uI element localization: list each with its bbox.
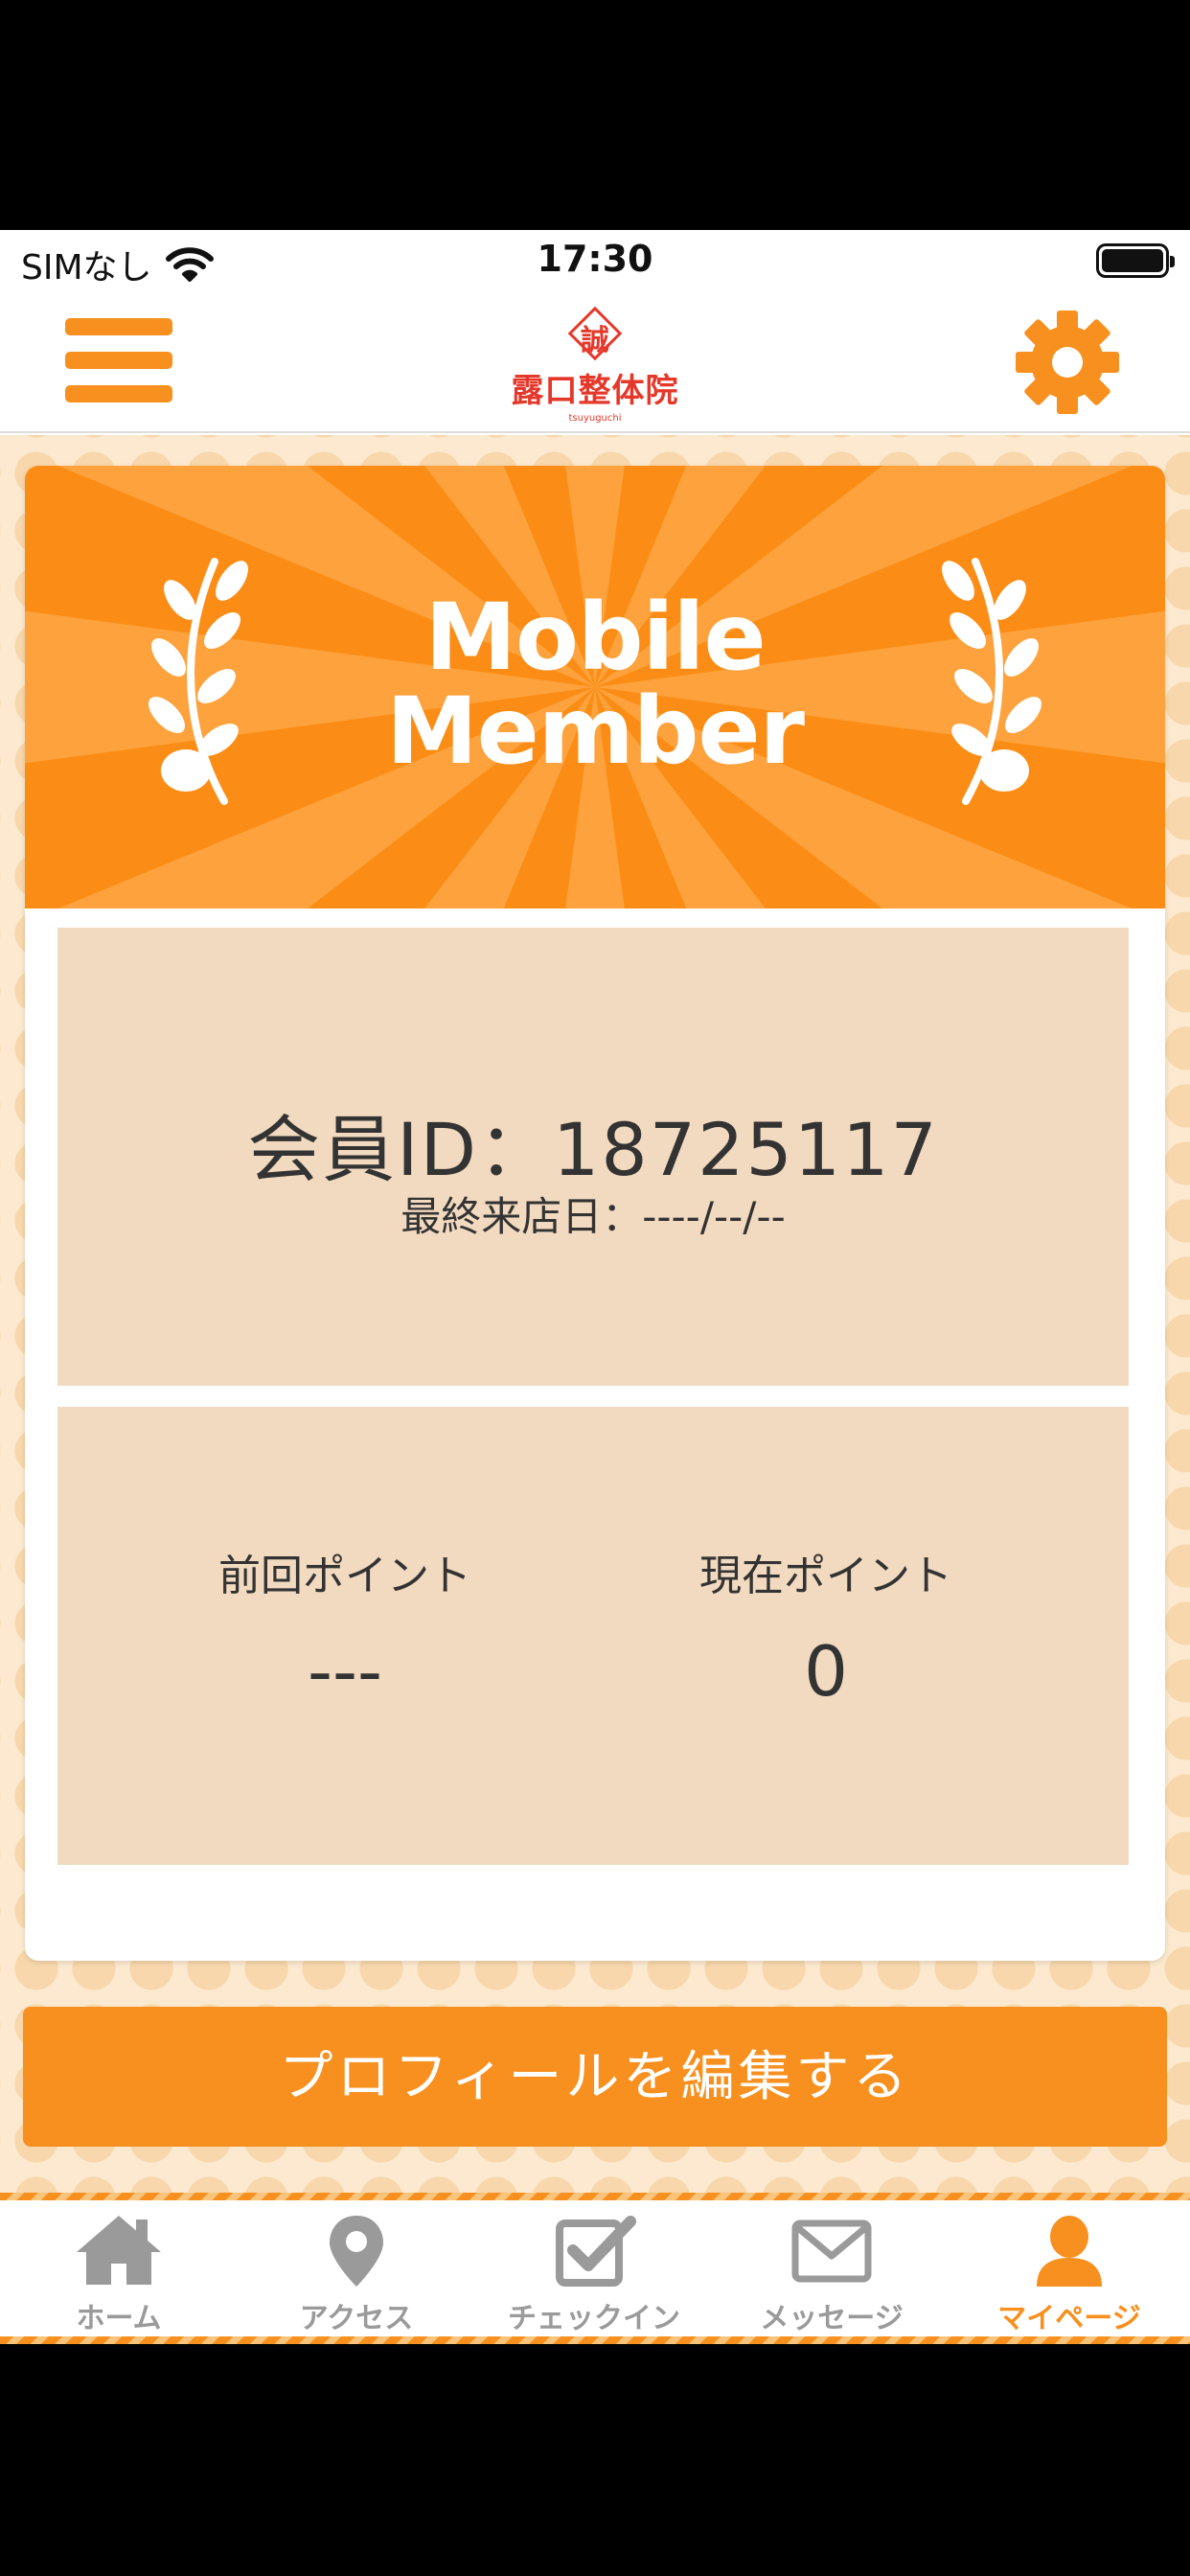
envelope-icon xyxy=(791,2220,872,2283)
previous-points-value: --- xyxy=(308,1631,382,1712)
settings-button[interactable] xyxy=(1014,309,1121,416)
tab-home-label: ホーム xyxy=(76,2302,162,2335)
member-id-panel: 会員ID：18725117 最終来店日：----/--/-- xyxy=(57,928,1129,1386)
status-time: 17:30 xyxy=(537,238,653,280)
person-icon xyxy=(1037,2216,1102,2287)
previous-points: 前回ポイント --- xyxy=(105,1541,584,1712)
member-card: Mobile Member 会員ID：18725117 最終来店日：----/-… xyxy=(25,466,1165,1961)
app-screen: SIMなし 17:30 誠 露口整体院 tsuyuguchi Mobile Me… xyxy=(0,230,1190,2344)
app-header: 誠 露口整体院 tsuyuguchi xyxy=(0,291,1190,433)
tab-mypage[interactable]: マイページ xyxy=(950,2206,1188,2336)
bottom-letterbox xyxy=(0,2344,1190,2576)
banner-title-line2: Member xyxy=(386,678,805,785)
member-id: 会員ID：18725117 xyxy=(247,1107,939,1192)
map-pin-icon xyxy=(330,2216,383,2287)
battery-icon xyxy=(1096,243,1175,278)
logo-name: 露口整体院 xyxy=(511,372,679,410)
tab-checkin[interactable]: チェックイン xyxy=(475,2206,713,2336)
clinic-logo: 誠 露口整体院 tsuyuguchi xyxy=(441,299,749,424)
edit-profile-button[interactable]: プロフィールを編集する xyxy=(23,2007,1167,2147)
home-icon xyxy=(77,2216,161,2285)
previous-points-label: 前回ポイント xyxy=(218,1552,471,1600)
status-bar: SIMなし 17:30 xyxy=(0,230,1190,291)
tab-access-label: アクセス xyxy=(299,2302,414,2335)
checkbox-icon xyxy=(556,2216,636,2287)
banner-title: Mobile Member xyxy=(25,590,1165,778)
mobile-member-banner: Mobile Member xyxy=(25,466,1165,908)
hamburger-icon xyxy=(65,318,172,335)
tab-bar: ホーム アクセス チェックイン メッセージ マイページ xyxy=(0,2193,1190,2344)
tab-access[interactable]: アクセス xyxy=(238,2206,475,2336)
banner-title-line1: Mobile xyxy=(424,584,766,691)
last-visit-date: 最終来店日：----/--/-- xyxy=(400,1193,786,1240)
tab-home[interactable]: ホーム xyxy=(0,2206,238,2336)
current-points: 現在ポイント 0 xyxy=(586,1541,1065,1712)
main-content: Mobile Member 会員ID：18725117 最終来店日：----/-… xyxy=(0,435,1190,2193)
gear-icon xyxy=(1016,310,1119,414)
top-letterbox xyxy=(0,0,1190,230)
logo-sub: tsuyuguchi xyxy=(568,413,622,424)
current-points-value: 0 xyxy=(804,1631,848,1712)
menu-button[interactable] xyxy=(65,314,172,406)
tab-message[interactable]: メッセージ xyxy=(713,2206,950,2336)
logo-mark: 誠 xyxy=(566,305,624,362)
tab-message-label: メッセージ xyxy=(760,2302,904,2335)
points-panel: 前回ポイント --- 現在ポイント 0 xyxy=(57,1407,1129,1865)
tab-mypage-label: マイページ xyxy=(997,2302,1141,2335)
tab-checkin-label: チェックイン xyxy=(508,2302,680,2335)
current-points-label: 現在ポイント xyxy=(699,1552,952,1600)
